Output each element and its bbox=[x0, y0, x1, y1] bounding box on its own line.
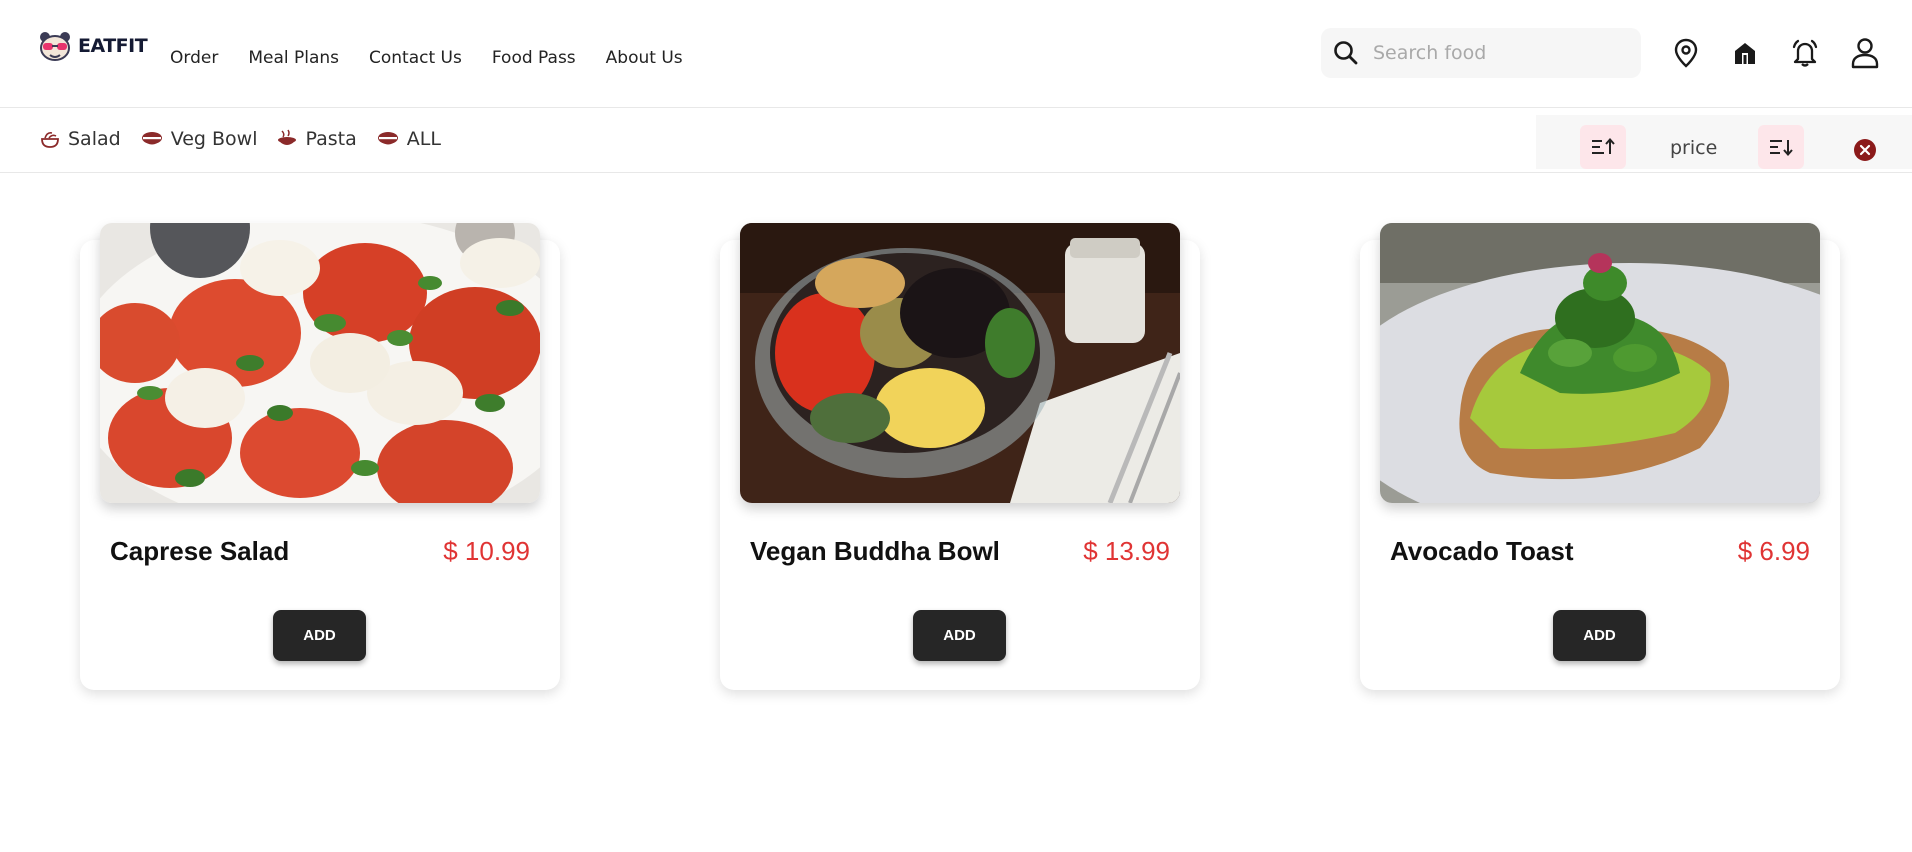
search-bar bbox=[1321, 28, 1641, 78]
main-nav: Order Meal Plans Contact Us Food Pass Ab… bbox=[170, 48, 683, 68]
product-name: Caprese Salad bbox=[110, 536, 290, 566]
vegan-buddha-bowl-image bbox=[740, 223, 1180, 503]
sort-field-label: price bbox=[1670, 137, 1718, 159]
bell-icon bbox=[1792, 39, 1818, 67]
search-input[interactable] bbox=[1373, 42, 1623, 64]
nav-about-us[interactable]: About Us bbox=[606, 48, 683, 68]
location-button[interactable] bbox=[1669, 36, 1703, 70]
top-header: EATFIT Order Meal Plans Contact Us Food … bbox=[0, 0, 1912, 108]
bear-logo-icon bbox=[40, 32, 70, 61]
nav-contact-us[interactable]: Contact Us bbox=[369, 48, 462, 68]
nav-order[interactable]: Order bbox=[170, 48, 218, 68]
add-to-cart-button[interactable]: ADD bbox=[1553, 610, 1646, 661]
category-all[interactable]: ALL bbox=[377, 128, 441, 150]
add-to-cart-button[interactable]: ADD bbox=[913, 610, 1006, 661]
bowl-icon bbox=[377, 132, 398, 145]
category-veg-bowl[interactable]: Veg Bowl bbox=[141, 128, 258, 150]
category-salad[interactable]: Salad bbox=[40, 128, 121, 150]
product-price: $ 6.99 bbox=[1737, 536, 1810, 566]
product-card: Caprese Salad $ 10.99 ADD bbox=[80, 223, 560, 690]
notifications-button[interactable] bbox=[1788, 36, 1822, 70]
category-list: Salad Veg Bowl Pasta ALL bbox=[40, 128, 441, 150]
caprese-salad-image bbox=[100, 223, 540, 503]
sort-ascending-icon bbox=[1592, 137, 1615, 154]
category-label: Pasta bbox=[305, 128, 357, 150]
category-pasta[interactable]: Pasta bbox=[277, 128, 357, 150]
category-label: Salad bbox=[68, 128, 121, 150]
user-icon bbox=[1851, 38, 1879, 69]
add-to-cart-button[interactable]: ADD bbox=[273, 610, 366, 661]
category-filter-bar: Salad Veg Bowl Pasta ALL price bbox=[0, 108, 1912, 173]
nav-food-pass[interactable]: Food Pass bbox=[492, 48, 576, 68]
location-pin-icon bbox=[1674, 38, 1698, 68]
salad-icon bbox=[41, 132, 59, 148]
product-card: Vegan Buddha Bowl $ 13.99 ADD bbox=[720, 223, 1200, 690]
home-button[interactable] bbox=[1728, 36, 1762, 70]
clear-filter-icon[interactable] bbox=[1852, 137, 1878, 163]
product-price: $ 10.99 bbox=[443, 536, 530, 566]
bowl-icon bbox=[141, 132, 162, 145]
account-button[interactable] bbox=[1848, 36, 1882, 70]
sort-descending-button[interactable] bbox=[1758, 125, 1804, 169]
category-label: ALL bbox=[406, 128, 441, 150]
product-card: Avocado Toast $ 6.99 ADD bbox=[1360, 223, 1840, 690]
pasta-icon bbox=[278, 129, 297, 145]
sort-ascending-button[interactable] bbox=[1580, 125, 1626, 169]
nav-meal-plans[interactable]: Meal Plans bbox=[248, 48, 339, 68]
brand-name: EATFIT bbox=[78, 35, 148, 57]
sort-controls: price bbox=[1536, 115, 1912, 169]
sort-descending-icon bbox=[1770, 140, 1793, 157]
brand-logo[interactable]: EATFIT bbox=[38, 30, 148, 62]
product-name: Vegan Buddha Bowl bbox=[750, 536, 1000, 566]
product-price: $ 13.99 bbox=[1083, 536, 1170, 566]
category-label: Veg Bowl bbox=[170, 128, 258, 150]
home-icon bbox=[1735, 43, 1755, 64]
avocado-toast-image bbox=[1380, 223, 1820, 503]
product-name: Avocado Toast bbox=[1390, 536, 1574, 566]
search-icon bbox=[1334, 41, 1358, 65]
